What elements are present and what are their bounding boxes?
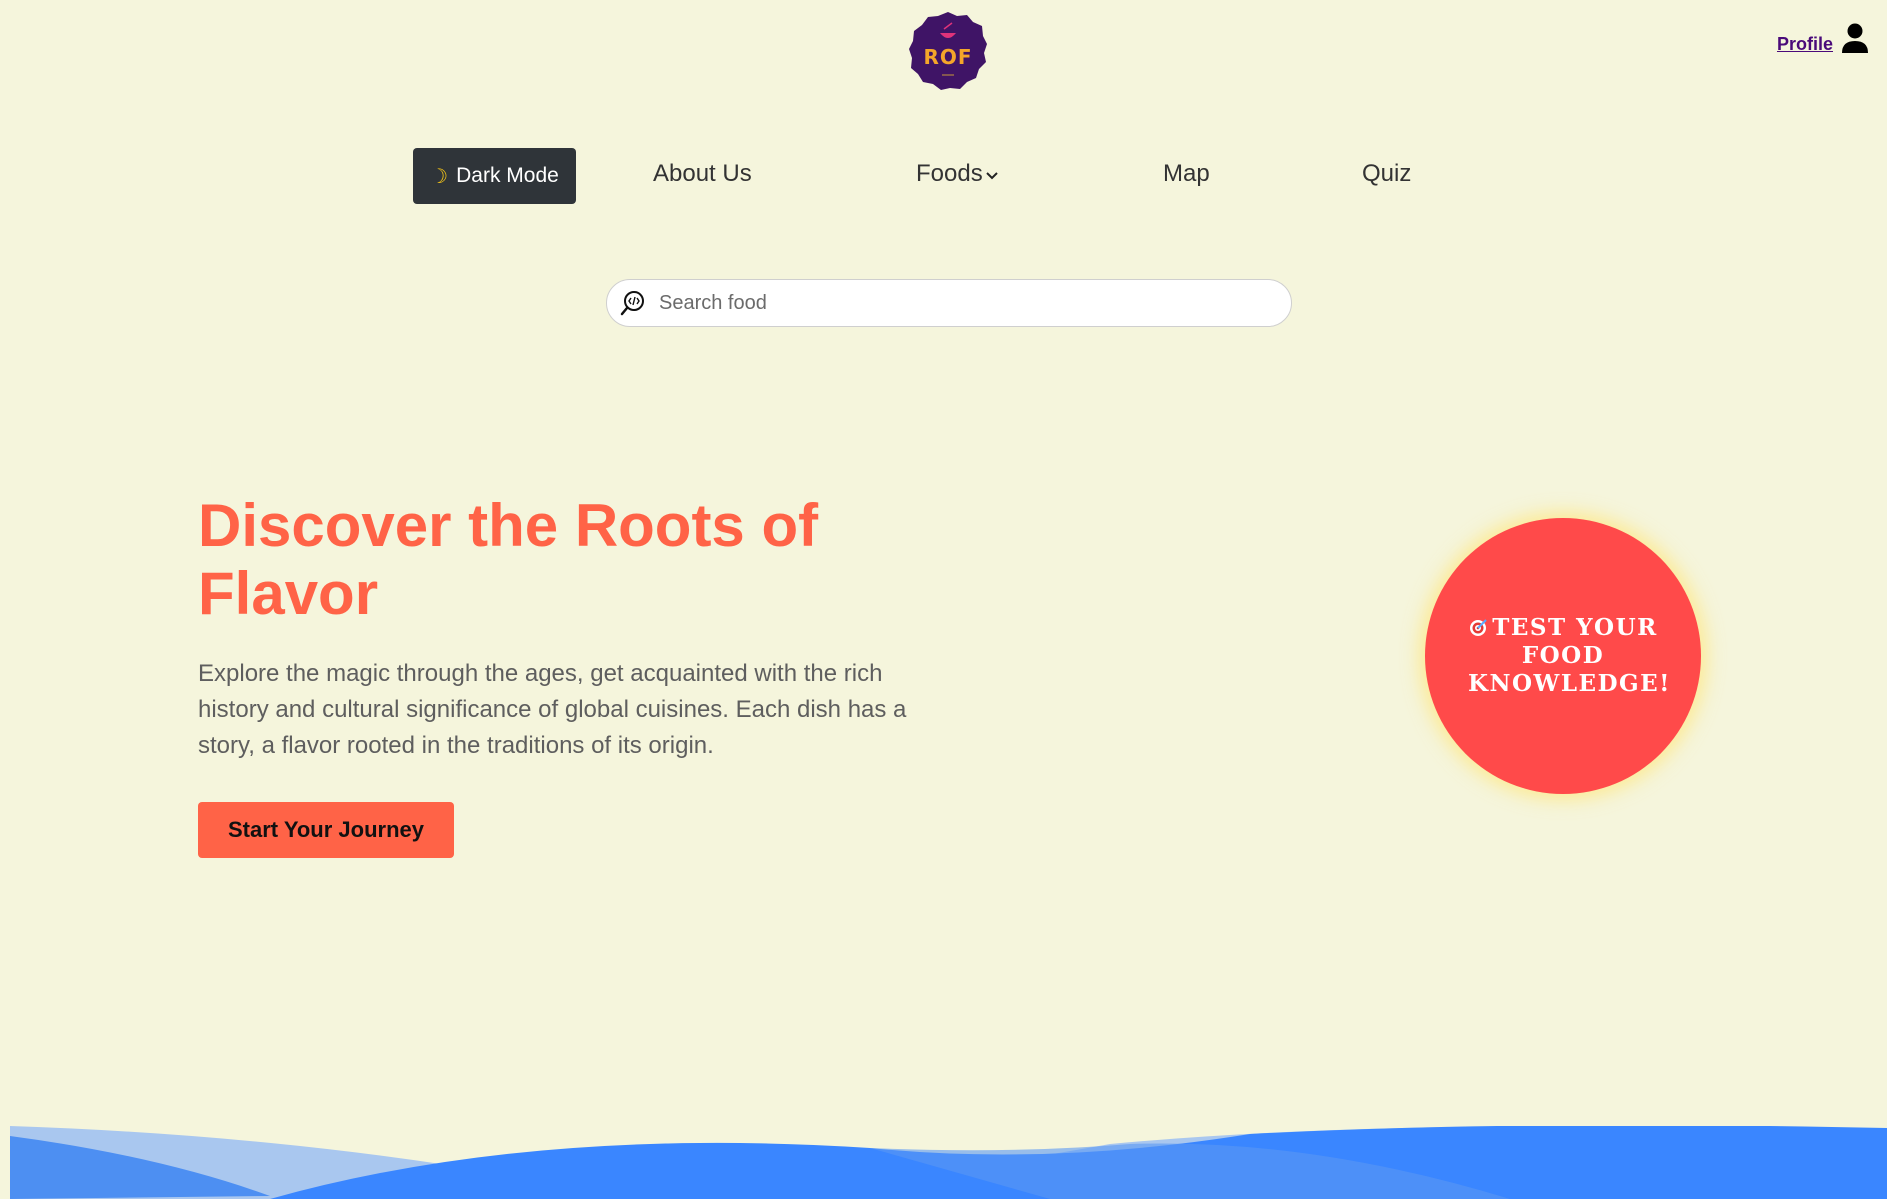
- nav-foods-label: Foods: [916, 160, 983, 187]
- search-input[interactable]: [657, 290, 1271, 316]
- hero-title: Discover the Roots of Flavor: [198, 492, 819, 627]
- quiz-cta-label: TEST YOUR FOOD KNOWLEDGE!: [1468, 614, 1671, 697]
- target-icon: [1468, 617, 1488, 637]
- nav-about-us[interactable]: About Us: [653, 160, 752, 188]
- nav-quiz-label: Quiz: [1362, 160, 1412, 187]
- hero-description: Explore the magic through the ages, get …: [198, 660, 907, 759]
- site-logo[interactable]: ROF: [908, 11, 988, 91]
- start-journey-button[interactable]: Start Your Journey: [198, 802, 454, 858]
- user-icon[interactable]: [1841, 22, 1869, 54]
- quiz-cta-text: TEST YOUR FOOD KNOWLEDGE!: [1468, 614, 1669, 698]
- search-icon[interactable]: [619, 289, 647, 317]
- page: ROF Profile ☽ Dark Mode About Us Foods M…: [0, 0, 1887, 1199]
- nav-foods-dropdown[interactable]: Foods: [916, 160, 999, 188]
- quiz-cta-circle[interactable]: TEST YOUR FOOD KNOWLEDGE!: [1425, 518, 1701, 794]
- chevron-down-icon: [985, 167, 999, 181]
- dark-mode-label: Dark Mode: [456, 164, 559, 187]
- nav-quiz[interactable]: Quiz: [1362, 160, 1411, 188]
- moon-icon: ☽: [430, 165, 449, 188]
- search-bar: [606, 279, 1292, 327]
- nav-about-label: About Us: [653, 160, 752, 187]
- profile-link[interactable]: Profile: [1777, 34, 1833, 55]
- profile-area: Profile: [1777, 22, 1869, 55]
- nav-map-label: Map: [1163, 160, 1210, 187]
- logo-text: ROF: [923, 45, 973, 69]
- nav-map[interactable]: Map: [1163, 160, 1210, 188]
- dark-mode-button[interactable]: ☽ Dark Mode: [413, 148, 576, 204]
- wave-decoration: [10, 1126, 1887, 1199]
